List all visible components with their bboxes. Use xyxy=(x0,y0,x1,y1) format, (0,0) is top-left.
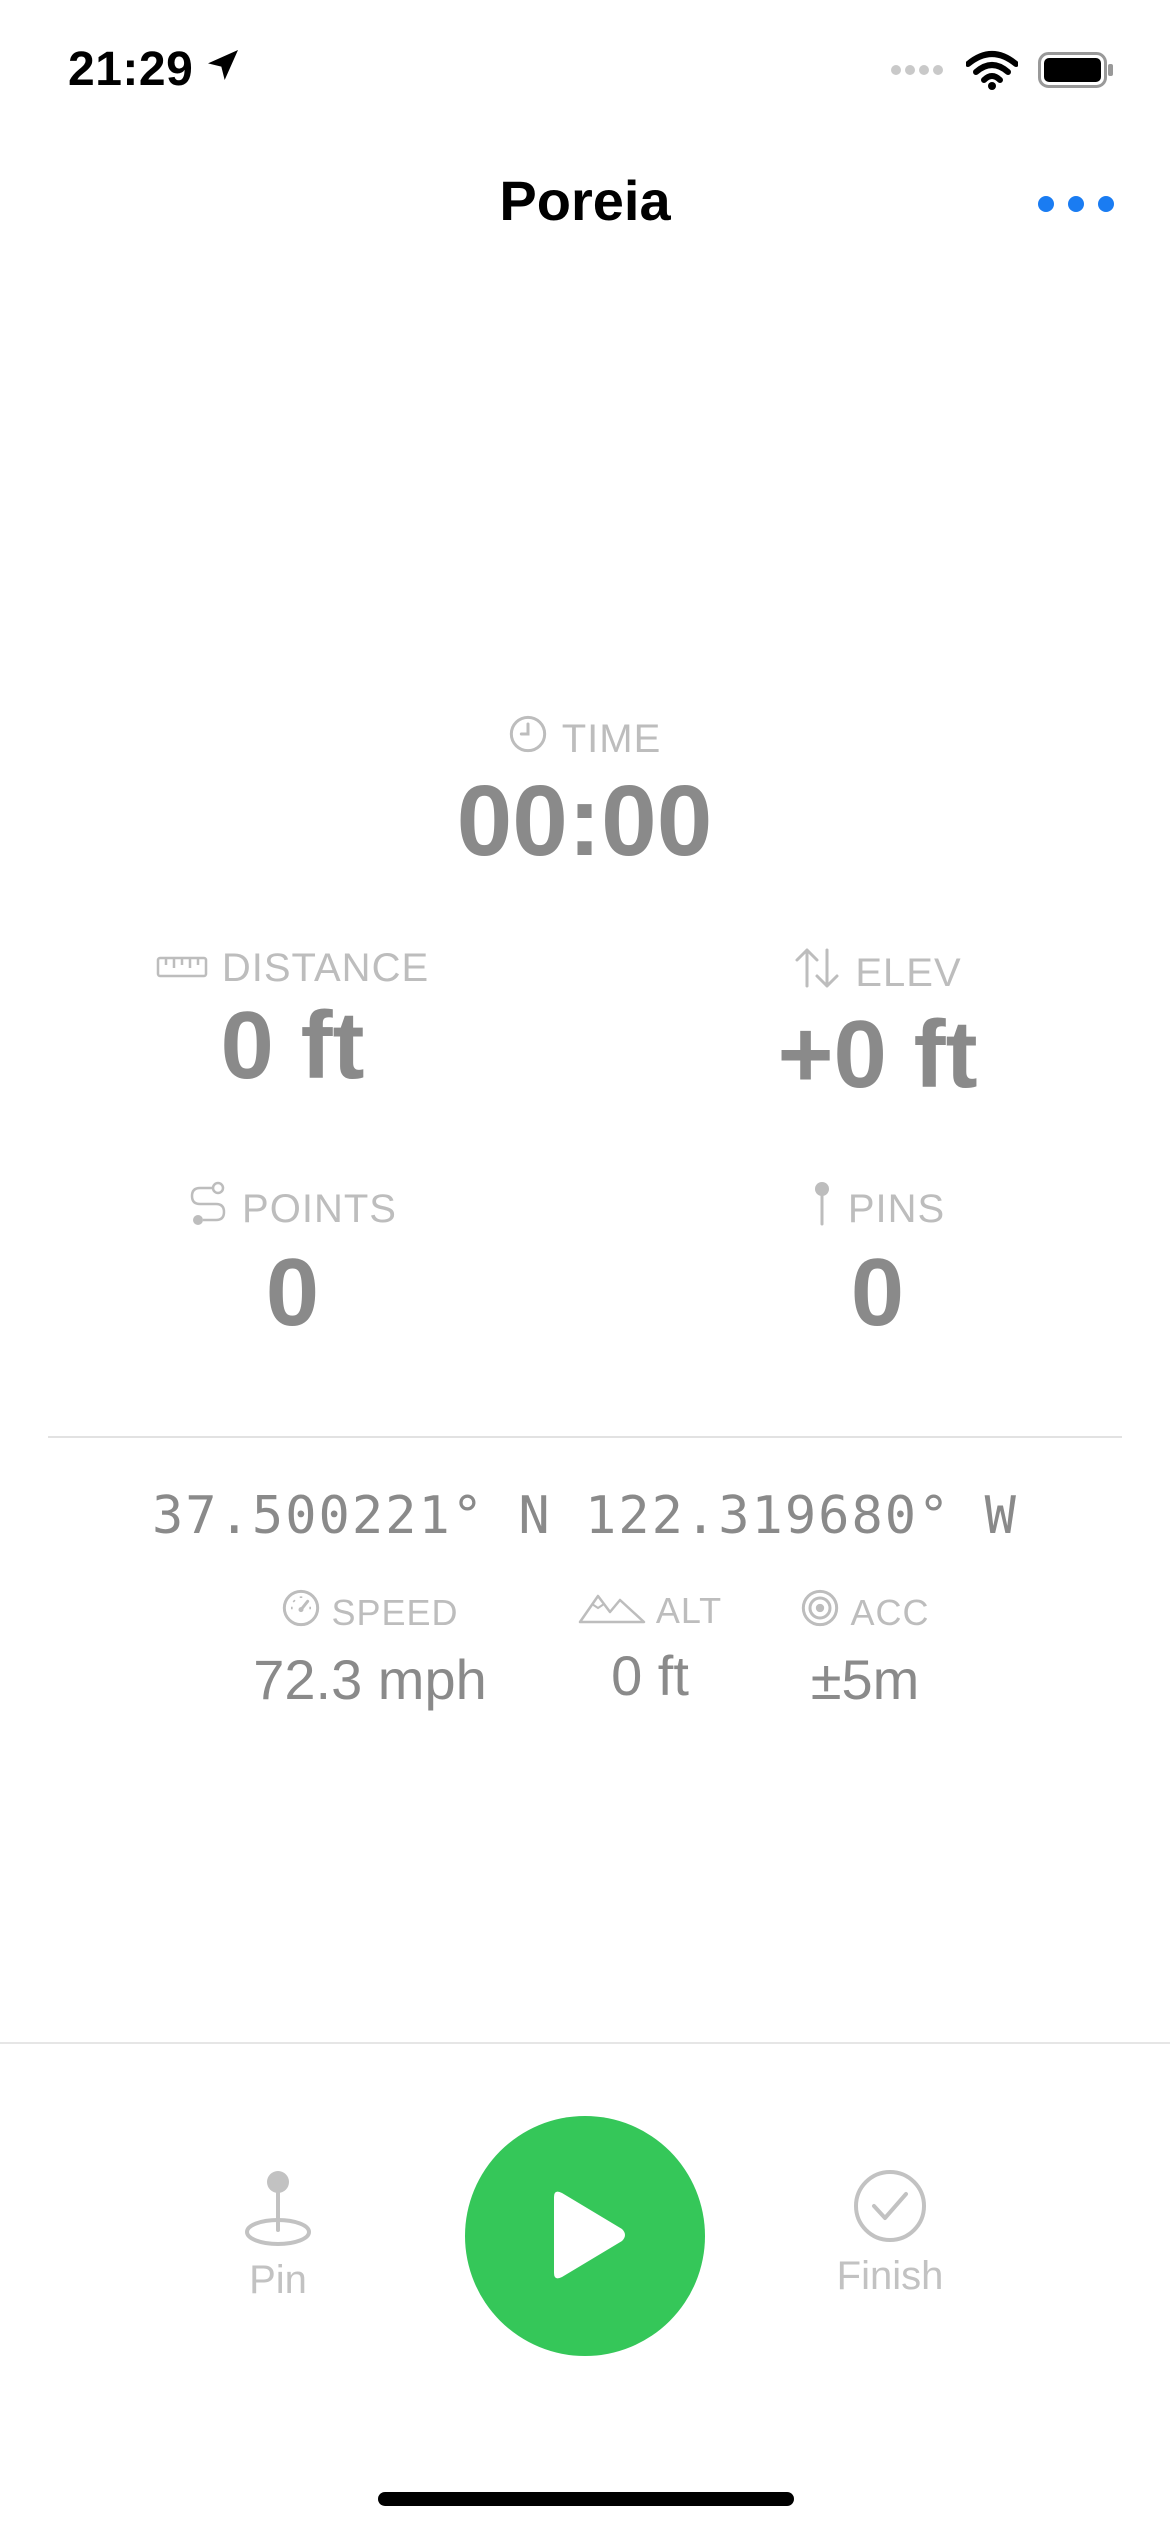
clock-icon xyxy=(508,714,548,764)
stat-pins-value: 0 xyxy=(850,1239,905,1346)
stat-elev: ELEV +0 ft xyxy=(585,946,1170,1110)
up-down-arrows-icon xyxy=(793,946,841,1000)
coordinates: 37.500221° N 122.319680° W xyxy=(152,1486,1018,1546)
stat-acc: ACC ±5m xyxy=(770,1588,960,1712)
stat-acc-label: ACC xyxy=(850,1591,930,1633)
ruler-icon xyxy=(156,946,208,991)
speedometer-icon xyxy=(281,1588,321,1637)
status-time-text: 21:29 xyxy=(68,43,194,96)
checkmark-circle-icon xyxy=(790,2168,990,2244)
stat-alt: ALT 0 ft xyxy=(540,1588,760,1708)
stat-pins: PINS 0 xyxy=(585,1180,1170,1348)
stat-alt-label: ALT xyxy=(655,1589,723,1631)
toolbar-divider xyxy=(0,2042,1170,2044)
finish-button[interactable]: Finish xyxy=(790,2168,990,2299)
stat-points-label: POINTS xyxy=(242,1186,397,1231)
stat-distance: DISTANCE 0 ft xyxy=(0,946,585,1101)
stat-speed-label: SPEED xyxy=(331,1591,459,1633)
play-icon xyxy=(540,2187,630,2286)
ellipsis-icon[interactable] xyxy=(1038,196,1114,212)
stat-speed-value: 72.3 mph xyxy=(253,1648,487,1711)
stat-time-label: TIME xyxy=(561,716,662,761)
location-arrow-icon xyxy=(203,42,243,97)
cellular-dots-icon xyxy=(890,63,946,82)
home-indicator xyxy=(378,2492,794,2506)
stat-acc-value: ±5m xyxy=(810,1648,920,1711)
stat-speed: SPEED 72.3 mph xyxy=(220,1588,520,1712)
stat-time-value: 00:00 xyxy=(456,765,713,877)
divider xyxy=(48,1436,1122,1438)
stat-time: TIME 00:00 xyxy=(292,714,877,879)
nav-title: Poreia xyxy=(499,169,671,232)
route-icon xyxy=(188,1180,228,1238)
battery-icon xyxy=(1038,52,1114,93)
play-button[interactable] xyxy=(465,2116,705,2356)
status-icons xyxy=(890,50,1114,95)
stat-distance-value: 0 ft xyxy=(220,992,365,1099)
pin-icon xyxy=(810,1180,834,1238)
stat-elev-label: ELEV xyxy=(855,950,962,995)
map-pin-icon xyxy=(178,2168,378,2248)
stat-alt-value: 0 ft xyxy=(611,1644,689,1707)
status-time: 21:29 xyxy=(68,42,243,97)
target-icon xyxy=(800,1588,840,1637)
stat-distance-label: DISTANCE xyxy=(221,946,430,990)
stat-points: POINTS 0 xyxy=(0,1180,585,1348)
pin-button[interactable]: Pin xyxy=(178,2168,378,2303)
stat-elev-value: +0 ft xyxy=(777,1001,978,1108)
stat-pins-label: PINS xyxy=(847,1186,946,1231)
pin-button-label: Pin xyxy=(249,2258,307,2302)
wifi-icon xyxy=(965,50,1019,95)
stat-points-value: 0 xyxy=(265,1239,320,1346)
finish-button-label: Finish xyxy=(836,2254,944,2298)
mountains-icon xyxy=(578,1588,646,1633)
